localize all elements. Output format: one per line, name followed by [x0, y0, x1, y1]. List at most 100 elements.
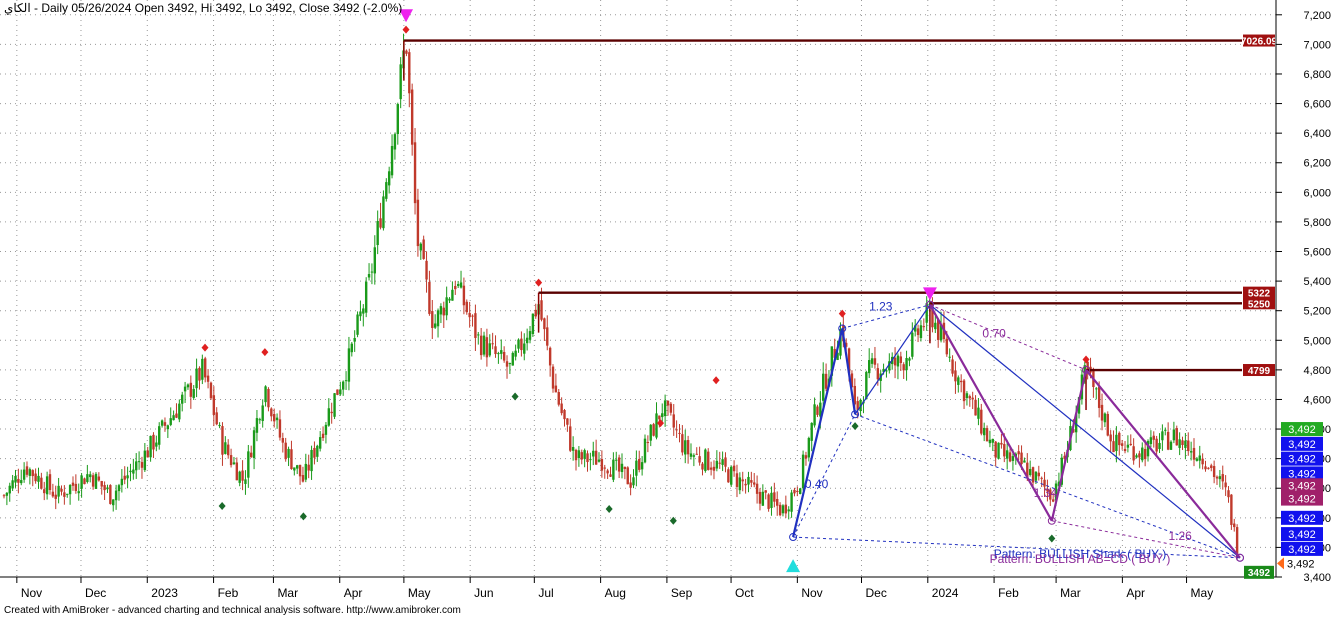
- candle-body: [643, 438, 647, 463]
- candle-body: [1103, 413, 1107, 423]
- candle-body: [1204, 466, 1207, 470]
- candle-body: [1132, 446, 1135, 461]
- candle-body: [661, 413, 664, 418]
- x-tick-label: Dec: [85, 586, 106, 600]
- candle-body: [548, 347, 552, 366]
- pattern-leg: [841, 328, 857, 415]
- candle-body: [267, 388, 270, 408]
- price-tag-pointer: [1277, 557, 1284, 570]
- candle-body: [362, 308, 365, 314]
- candle-body: [218, 425, 221, 427]
- candle-body: [91, 475, 95, 487]
- candle-body: [261, 405, 264, 422]
- candle-body: [799, 488, 802, 494]
- candle-body: [5, 492, 9, 496]
- candle-body: [523, 343, 526, 354]
- candle-body: [468, 312, 471, 318]
- candle-body: [258, 419, 262, 421]
- candle-body: [100, 480, 103, 487]
- pattern-ratio: 0.70: [982, 326, 1006, 340]
- y-tick-label: 6,800: [1303, 69, 1331, 81]
- candle-body: [784, 504, 788, 514]
- candle-body: [1227, 490, 1230, 498]
- candle-body: [916, 328, 920, 336]
- pattern-ratio: 1.26: [1168, 529, 1192, 543]
- candle-body: [497, 353, 500, 355]
- candle-body: [479, 335, 483, 356]
- candle-body: [672, 414, 675, 428]
- x-tick-label: Dec: [866, 586, 887, 600]
- candle-body: [1003, 444, 1006, 457]
- candle-body: [1126, 444, 1130, 448]
- x-tick-label: Sep: [671, 586, 693, 600]
- swing-low-marker: [511, 392, 519, 401]
- y-tick-label: 4,600: [1303, 394, 1331, 406]
- swing-high-marker: [712, 376, 720, 385]
- candle-body: [988, 439, 992, 444]
- candle-body: [425, 260, 428, 280]
- candle-body: [589, 459, 592, 461]
- candle-body: [106, 487, 109, 490]
- candle-body: [520, 338, 523, 351]
- candle-body: [505, 361, 509, 367]
- candle-body: [215, 412, 218, 425]
- candle-body: [428, 281, 431, 314]
- candle-body: [698, 456, 701, 463]
- candle-body: [546, 327, 549, 346]
- candle-body: [448, 298, 451, 301]
- x-tick-label: 2024: [932, 586, 959, 600]
- swing-high-marker: [838, 309, 846, 318]
- candle-body: [57, 485, 60, 497]
- price-tags: 3,492 3,492 3,492 3,492 3,492 3,492 3,492 3,492…: [1244, 422, 1324, 579]
- swing-markers: [201, 9, 1090, 573]
- candle-body: [517, 339, 520, 349]
- candle-body: [712, 466, 716, 471]
- y-tick-label: 5,600: [1303, 247, 1331, 259]
- candle-body: [109, 485, 112, 504]
- y-tick-label: 7,000: [1303, 39, 1331, 51]
- candle-body: [586, 453, 589, 463]
- pattern-ratio: 0.40: [805, 477, 829, 491]
- candle-body: [1172, 429, 1176, 441]
- y-tick-label: 6,600: [1303, 99, 1331, 111]
- candle-body: [287, 448, 290, 458]
- pattern-leg: [854, 304, 931, 415]
- candle-body: [1129, 443, 1132, 445]
- candle-body: [1115, 434, 1118, 452]
- candle-body: [612, 459, 615, 480]
- footer-credit: Created with AmiBroker - advanced charti…: [4, 605, 461, 616]
- candle-body: [793, 489, 796, 494]
- candle-body: [146, 450, 149, 458]
- candle-body: [209, 382, 213, 399]
- candle-body: [919, 325, 923, 339]
- candle-body: [385, 182, 388, 199]
- candle-body: [962, 380, 966, 402]
- candle-body: [1233, 523, 1236, 528]
- candle-body: [896, 355, 900, 367]
- candle-body: [551, 366, 555, 389]
- candle-body: [692, 455, 696, 457]
- candle-body: [321, 433, 325, 439]
- candle-body: [1008, 452, 1012, 462]
- candle-body: [103, 485, 106, 491]
- candle-body: [695, 453, 698, 455]
- candle-body: [715, 460, 719, 469]
- candle-body: [359, 311, 362, 317]
- swing-high-marker: [201, 343, 209, 352]
- candle-body: [186, 384, 190, 388]
- candle-body: [873, 358, 877, 365]
- price-tag-label: 3,492: [1288, 454, 1316, 466]
- candle-body: [74, 483, 78, 491]
- candle-body: [83, 478, 86, 485]
- candle-body: [997, 442, 1000, 459]
- x-tick-label: Aug: [605, 586, 626, 600]
- x-tick-label: Nov: [801, 586, 822, 600]
- candle-body: [663, 400, 667, 417]
- candle-body: [629, 482, 632, 488]
- candle-body: [735, 473, 739, 487]
- candle-body: [1095, 388, 1098, 390]
- swing-low-marker: [851, 422, 859, 431]
- price-chart[interactable]: 7026.09532252504799 0.401.23Pattern: BUL…: [0, 0, 1336, 619]
- candle-body: [117, 485, 121, 492]
- candle-body: [603, 467, 606, 469]
